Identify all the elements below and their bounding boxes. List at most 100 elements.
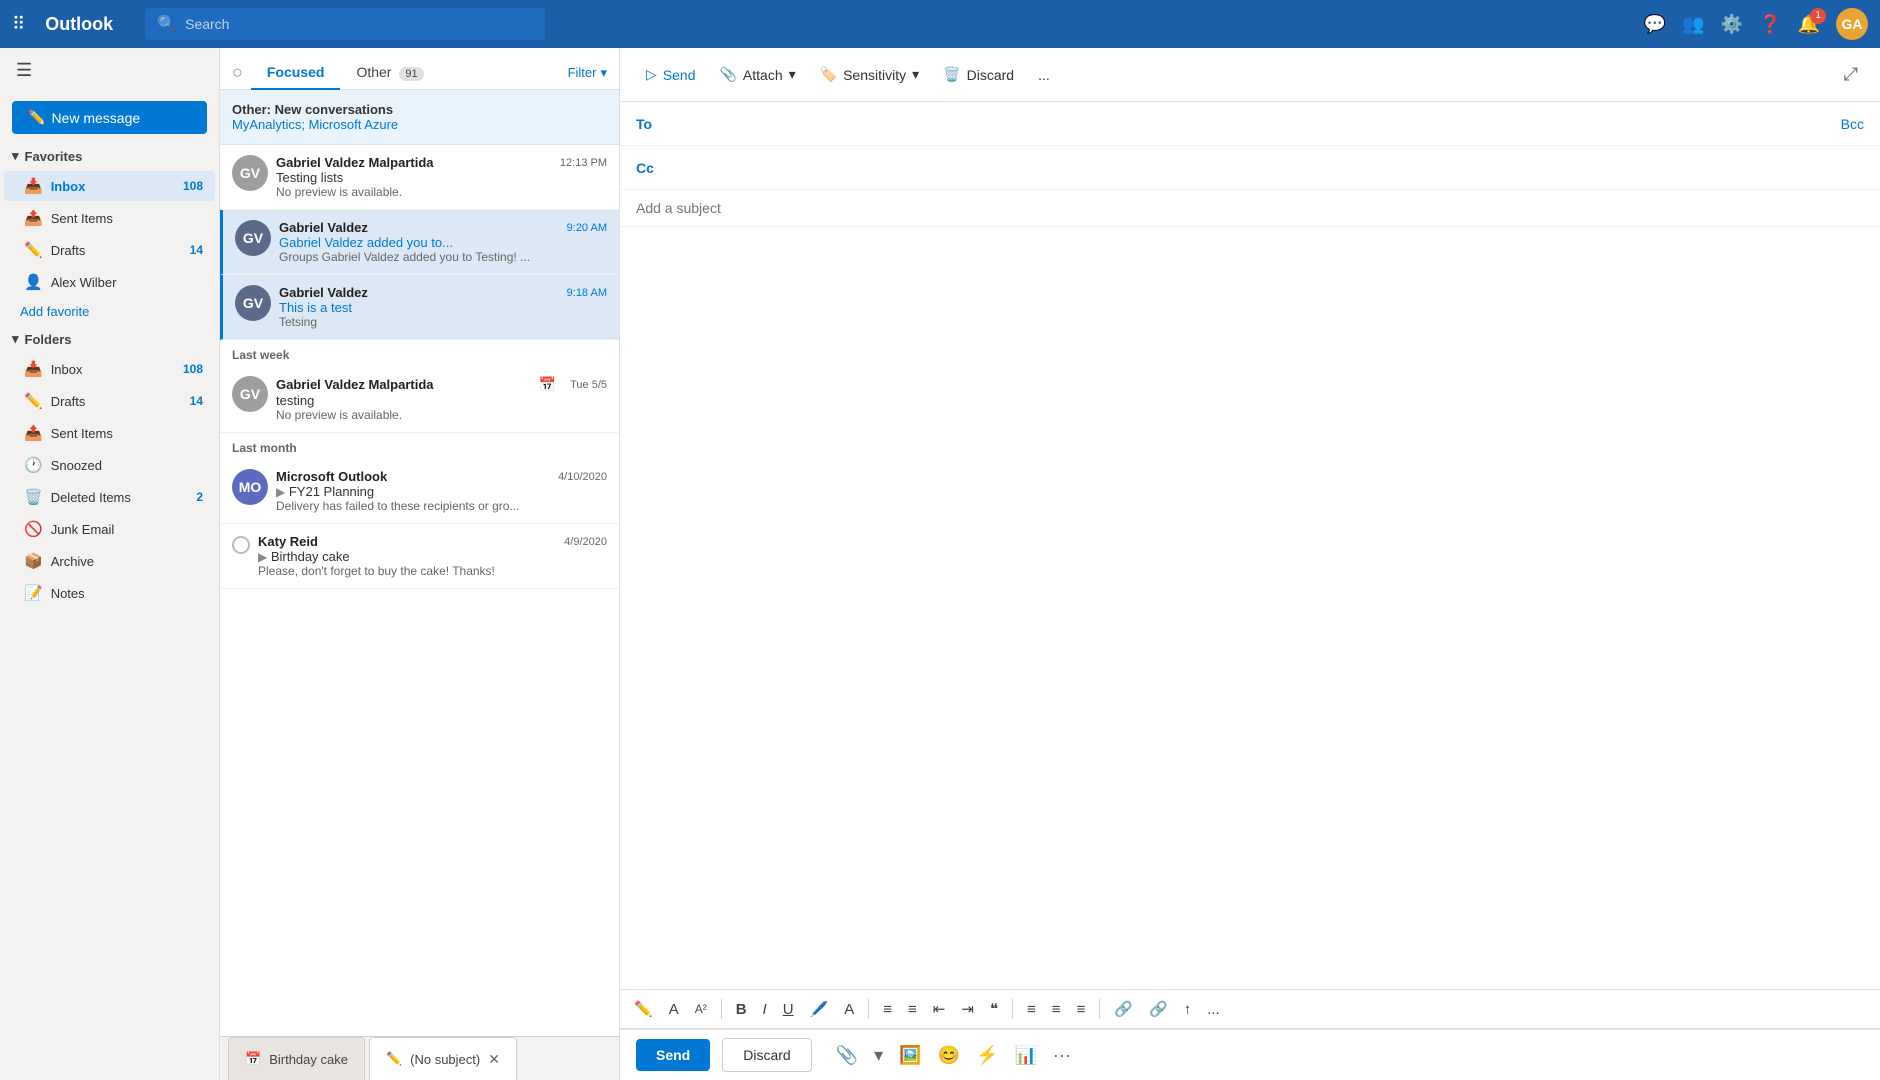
bcc-button[interactable]: Bcc [1841,116,1864,132]
discard-button[interactable]: Discard [722,1038,811,1072]
format-highlight-btn[interactable]: 🖊️ [804,996,835,1022]
tab-focused[interactable]: Focused [251,56,341,90]
draft-tab-birthday[interactable]: 📅 Birthday cake [228,1037,365,1080]
list-item[interactable]: GV Gabriel Valdez Malpartida 📅 Tue 5/5 t… [220,366,619,433]
to-label[interactable]: To [636,116,676,132]
subject-input[interactable] [620,190,1880,227]
format-indent-decrease-btn[interactable]: ⇤ [927,996,952,1022]
format-quote-btn[interactable]: ❝ [984,996,1004,1022]
attach-chevron-bottom[interactable]: ▾ [870,1041,887,1070]
drafts-icon: ✏️ [24,392,43,410]
favorites-section-header[interactable]: ▾ Favorites [0,142,219,170]
list-item[interactable]: Katy Reid 4/9/2020 ▶ Birthday cake Pleas… [220,524,619,589]
close-draft-tab[interactable]: ✕ [488,1051,500,1068]
format-indent-increase-btn[interactable]: ⇥ [955,996,980,1022]
people-icon[interactable]: 👥 [1682,14,1704,35]
send-action[interactable]: ▷ Send [636,60,705,89]
notifications-icon[interactable]: 🔔 1 [1798,14,1820,35]
format-bold-btn[interactable]: B [730,997,753,1022]
cc-input[interactable] [676,160,1864,176]
folder-header: ☰ [0,48,219,93]
format-align-right-btn[interactable]: ≡ [1071,997,1092,1022]
hamburger-button[interactable]: ☰ [12,56,36,85]
sidebar-item-snoozed[interactable]: 🕐 Snoozed [4,450,215,480]
compose-body[interactable] [620,227,1880,989]
avatar: GV [235,220,271,256]
new-message-button[interactable]: ✏️ New message [12,101,207,134]
format-align-left-btn[interactable]: ≡ [1021,997,1042,1022]
list-item[interactable]: GV Gabriel Valdez 9:20 AM Gabriel Valdez… [220,210,619,275]
expand-icon[interactable]: ⤢ [1838,58,1864,90]
email-top: Gabriel Valdez Malpartida 📅 Tue 5/5 [276,376,607,393]
avatar: GV [232,155,268,191]
sidebar-item-sent[interactable]: 📤 Sent Items [4,418,215,448]
sidebar-item-archive[interactable]: 📦 Archive [4,546,215,576]
format-italic-btn[interactable]: I [757,997,773,1022]
email-content: Gabriel Valdez 9:20 AM Gabriel Valdez ad… [279,220,607,264]
format-align-center-btn[interactable]: ≡ [1046,997,1067,1022]
format-font-btn[interactable]: A [663,997,685,1022]
format-font-size-btn[interactable]: A² [689,998,713,1020]
format-superscript-btn[interactable]: ↑ [1178,997,1198,1022]
to-input[interactable] [676,116,1841,132]
format-underline-btn[interactable]: U [777,997,800,1022]
drafts-fav-badge: 14 [190,243,203,257]
format-numbering-btn[interactable]: ≡ [902,997,923,1022]
person-icon: 👤 [24,273,43,291]
more-bottom-icon[interactable]: ··· [1049,1041,1075,1070]
format-more-btn[interactable]: ... [1201,997,1226,1022]
help-icon[interactable]: ❓ [1759,14,1781,35]
cc-label[interactable]: Cc [636,160,676,176]
format-font-color-btn[interactable]: A [838,997,860,1022]
sidebar-item-sent-fav[interactable]: 📤 Sent Items [4,203,215,233]
loop-icon[interactable]: ⚡ [972,1041,1002,1070]
format-unlink-btn[interactable]: 🔗 [1143,996,1174,1022]
filter-button[interactable]: Filter ▾ [568,65,607,81]
folders-section-header[interactable]: ▾ Folders [0,325,219,353]
skype-icon[interactable]: 💬 [1644,14,1666,35]
cc-field[interactable]: Cc [620,146,1880,190]
to-field[interactable]: To Bcc [620,102,1880,146]
avatar: GV [235,285,271,321]
email-time: 4/10/2020 [558,471,607,483]
discard-action[interactable]: 🗑️ Discard [933,60,1024,89]
sidebar-item-deleted[interactable]: 🗑️ Deleted Items 2 [4,482,215,512]
search-input[interactable] [185,16,533,32]
ppt-icon[interactable]: 📊 [1010,1041,1040,1070]
more-actions[interactable]: ... [1028,61,1060,89]
list-item[interactable]: MO Microsoft Outlook 4/10/2020 ▶ FY21 Pl… [220,459,619,524]
image-icon[interactable]: 🖼️ [895,1041,925,1070]
sidebar-item-junk[interactable]: 🚫 Junk Email [4,514,215,544]
avatar[interactable]: GA [1836,8,1868,40]
search-bar[interactable]: 🔍 [145,8,545,40]
format-pen-btn[interactable]: ✏️ [628,996,659,1022]
sidebar-item-inbox-fav[interactable]: 📥 Inbox 108 [4,171,215,201]
add-favorite-link[interactable]: Add favorite [0,298,219,325]
sensitivity-chevron-icon: ▾ [912,66,919,83]
sidebar-item-drafts[interactable]: ✏️ Drafts 14 [4,386,215,416]
send-button[interactable]: Send [636,1039,710,1071]
sidebar-item-inbox[interactable]: 📥 Inbox 108 [4,354,215,384]
draft-tab-no-subject[interactable]: ✏️ (No subject) ✕ [369,1037,517,1080]
group-notification[interactable]: Other: New conversations MyAnalytics; Mi… [220,90,619,145]
tab-other[interactable]: Other 91 [340,56,439,90]
circle-check-icon[interactable]: ○ [232,62,243,83]
email-preview: Delivery has failed to these recipients … [276,499,607,513]
sidebar-item-notes[interactable]: 📝 Notes [4,578,215,608]
format-bullet-btn[interactable]: ≡ [877,997,898,1022]
sensitivity-action[interactable]: 🏷️ Sensitivity ▾ [810,60,930,89]
attach-action[interactable]: 📎 Attach ▾ [709,60,805,89]
list-item[interactable]: GV Gabriel Valdez Malpartida 12:13 PM Te… [220,145,619,210]
settings-icon[interactable]: ⚙️ [1721,14,1743,35]
sidebar-item-alex[interactable]: 👤 Alex Wilber [4,267,215,297]
notification-link[interactable]: MyAnalytics; Microsoft Azure [232,117,607,132]
list-item[interactable]: GV Gabriel Valdez 9:18 AM This is a test… [220,275,619,340]
emoji-icon[interactable]: 😊 [934,1041,964,1070]
waffle-icon[interactable]: ⠿ [12,14,25,35]
email-preview: No preview is available. [276,185,607,199]
email-sender: Gabriel Valdez [279,285,368,300]
attach-bottom-icon[interactable]: 📎 [832,1041,862,1070]
sidebar-item-drafts-fav[interactable]: ✏️ Drafts 14 [4,235,215,265]
format-link-btn[interactable]: 🔗 [1108,996,1139,1022]
email-subject: ▶ FY21 Planning [276,484,607,499]
